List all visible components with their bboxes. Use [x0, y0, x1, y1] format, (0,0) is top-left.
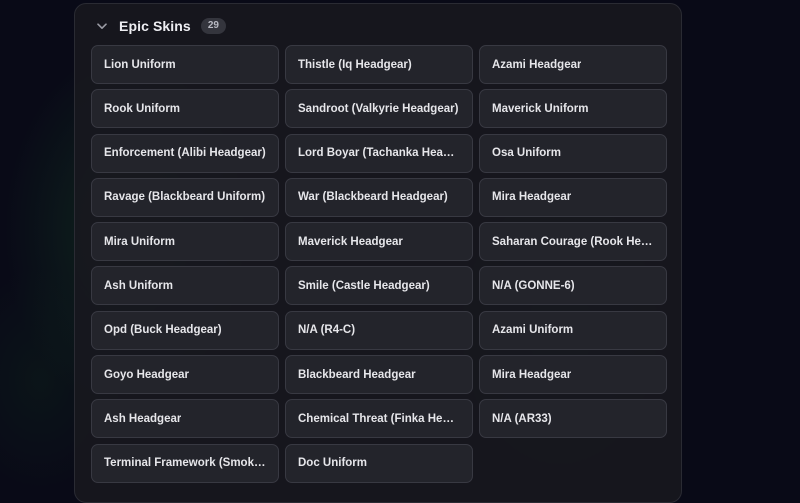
skin-label: Saharan Courage (Rook Head... [492, 235, 654, 248]
skin-item[interactable]: Smile (Castle Headgear) [285, 266, 473, 306]
skin-item[interactable]: Mira Headgear [479, 177, 667, 217]
skin-label: Terminal Framework (Smoke ... [104, 457, 266, 470]
skin-label: Blackbeard Headgear [298, 368, 416, 381]
skin-label: Doc Uniform [298, 457, 367, 470]
skin-label: Maverick Uniform [492, 102, 589, 115]
skin-label: Thistle (Iq Headgear) [298, 58, 412, 71]
skin-label: Mira Headgear [492, 191, 572, 204]
epic-skins-panel: Epic Skins 29 Lion Uniform Thistle (Iq H… [74, 3, 682, 503]
skin-label: Osa Uniform [492, 147, 562, 160]
section-title: Epic Skins [119, 18, 191, 34]
skin-item[interactable]: Goyo Headgear [91, 355, 279, 395]
skin-label: Azami Uniform [492, 324, 574, 337]
skin-item[interactable]: Azami Headgear [479, 45, 667, 84]
skin-label: Smile (Castle Headgear) [298, 279, 430, 292]
skin-item[interactable]: Blackbeard Headgear [285, 355, 473, 395]
skin-label: Enforcement (Alibi Headgear) [104, 147, 266, 160]
skin-item[interactable]: Saharan Courage (Rook Head... [479, 222, 667, 262]
skin-label: Ash Headgear [104, 412, 182, 425]
skin-item[interactable]: Ash Headgear [91, 399, 279, 439]
count-badge: 29 [200, 18, 226, 34]
skin-label: Lion Uniform [104, 58, 176, 71]
skin-label: Mira Headgear [492, 368, 572, 381]
skin-label: Opd (Buck Headgear) [104, 324, 222, 337]
skin-label: N/A (R4-C) [298, 324, 356, 337]
skin-item[interactable]: Mira Headgear [479, 355, 667, 395]
skin-label: Azami Headgear [492, 58, 582, 71]
skin-item[interactable]: Rook Uniform [91, 89, 279, 129]
skin-item[interactable]: Sandroot (Valkyrie Headgear) [285, 89, 473, 129]
skin-item[interactable]: Ravage (Blackbeard Uniform) [91, 177, 279, 217]
skin-item[interactable]: War (Blackbeard Headgear) [285, 177, 473, 217]
skin-label: Lord Boyar (Tachanka Headg... [298, 147, 460, 160]
skin-label: Maverick Headgear [298, 235, 403, 248]
skin-item[interactable]: Lord Boyar (Tachanka Headg... [285, 133, 473, 173]
section-header[interactable]: Epic Skins 29 [95, 16, 226, 36]
skin-item[interactable]: Enforcement (Alibi Headgear) [91, 133, 279, 173]
skin-label: Ravage (Blackbeard Uniform) [104, 191, 266, 204]
skins-grid: Lion Uniform Thistle (Iq Headgear) Azami… [91, 45, 667, 483]
skin-label: Goyo Headgear [104, 368, 189, 381]
skin-item[interactable]: Azami Uniform [479, 310, 667, 350]
skin-label: Rook Uniform [104, 102, 181, 115]
skin-label: Chemical Threat (Finka Head... [298, 412, 460, 425]
skin-item[interactable]: Doc Uniform [285, 443, 473, 483]
skin-label: War (Blackbeard Headgear) [298, 191, 448, 204]
skin-item[interactable]: Thistle (Iq Headgear) [285, 45, 473, 84]
chevron-down-icon[interactable] [95, 19, 109, 33]
skin-label: Mira Uniform [104, 235, 175, 248]
skin-item[interactable]: N/A (AR33) [479, 399, 667, 439]
skin-item[interactable]: Terminal Framework (Smoke ... [91, 443, 279, 483]
skin-item[interactable]: Opd (Buck Headgear) [91, 310, 279, 350]
skin-item[interactable]: Maverick Headgear [285, 222, 473, 262]
skin-item[interactable]: N/A (R4-C) [285, 310, 473, 350]
skin-item[interactable]: Maverick Uniform [479, 89, 667, 129]
skin-item[interactable]: Chemical Threat (Finka Head... [285, 399, 473, 439]
skin-label: N/A (AR33) [492, 412, 552, 425]
skin-label: Ash Uniform [104, 279, 173, 292]
skin-item[interactable]: Mira Uniform [91, 222, 279, 262]
skin-label: N/A (GONNE-6) [492, 279, 575, 292]
skin-item[interactable]: N/A (GONNE-6) [479, 266, 667, 306]
skin-label: Sandroot (Valkyrie Headgear) [298, 102, 459, 115]
skin-item[interactable]: Osa Uniform [479, 133, 667, 173]
skin-item[interactable]: Lion Uniform [91, 45, 279, 84]
skin-item[interactable]: Ash Uniform [91, 266, 279, 306]
